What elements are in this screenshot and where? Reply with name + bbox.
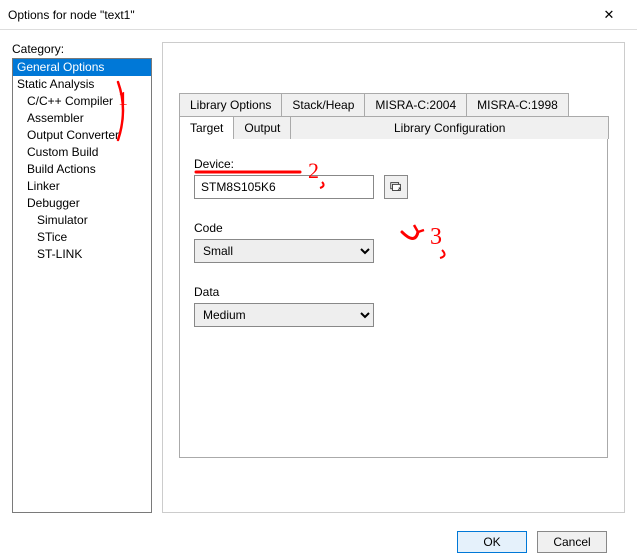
code-select[interactable]: Small	[194, 239, 374, 263]
category-list[interactable]: General OptionsStatic AnalysisC/C++ Comp…	[12, 58, 152, 513]
category-label: Category:	[12, 42, 152, 56]
tab-target[interactable]: Target	[179, 116, 234, 139]
category-item-output-converter[interactable]: Output Converter	[13, 127, 151, 144]
category-item-general-options[interactable]: General Options	[13, 59, 151, 76]
category-item-static-analysis[interactable]: Static Analysis	[13, 76, 151, 93]
tab-library-options[interactable]: Library Options	[179, 93, 282, 116]
content-area: Category: General OptionsStatic Analysis…	[0, 30, 637, 525]
tab-row-back: Library OptionsStack/HeapMISRA-C:2004MIS…	[179, 93, 608, 116]
window-title: Options for node "text1"	[8, 8, 135, 22]
device-label: Device:	[194, 157, 593, 171]
tab-misra-c-1998[interactable]: MISRA-C:1998	[466, 93, 569, 116]
tab-misra-c-2004[interactable]: MISRA-C:2004	[364, 93, 467, 116]
titlebar: Options for node "text1" ✕	[0, 0, 637, 30]
tab-content-target: Device: Code	[179, 138, 608, 458]
tab-stack-heap[interactable]: Stack/Heap	[281, 93, 365, 116]
category-item-st-link[interactable]: ST-LINK	[13, 246, 151, 263]
category-item-simulator[interactable]: Simulator	[13, 212, 151, 229]
category-item-linker[interactable]: Linker	[13, 178, 151, 195]
close-icon: ✕	[604, 7, 615, 23]
category-item-custom-build[interactable]: Custom Build	[13, 144, 151, 161]
data-label: Data	[194, 285, 593, 299]
category-item-debugger[interactable]: Debugger	[13, 195, 151, 212]
device-browse-button[interactable]	[384, 175, 408, 199]
tab-library-configuration[interactable]: Library Configuration	[290, 116, 609, 139]
close-button[interactable]: ✕	[589, 1, 629, 29]
data-field: Data Medium	[194, 285, 593, 327]
category-panel: Category: General OptionsStatic Analysis…	[12, 42, 152, 513]
cancel-button[interactable]: Cancel	[537, 531, 607, 553]
tab-output[interactable]: Output	[233, 116, 291, 139]
code-label: Code	[194, 221, 593, 235]
ok-button[interactable]: OK	[457, 531, 527, 553]
category-item-c-c-compiler[interactable]: C/C++ Compiler	[13, 93, 151, 110]
category-item-build-actions[interactable]: Build Actions	[13, 161, 151, 178]
tabs-wrapper: Library OptionsStack/HeapMISRA-C:2004MIS…	[179, 93, 608, 458]
device-input[interactable]	[194, 175, 374, 199]
tab-row-front: TargetOutputLibrary Configuration	[179, 116, 608, 139]
device-field: Device:	[194, 157, 593, 199]
main-panel: Library OptionsStack/HeapMISRA-C:2004MIS…	[162, 42, 625, 513]
data-select[interactable]: Medium	[194, 303, 374, 327]
code-field: Code Small	[194, 221, 593, 263]
category-item-assembler[interactable]: Assembler	[13, 110, 151, 127]
dialog-buttons: OK Cancel	[457, 531, 607, 553]
browse-icon	[389, 180, 403, 194]
category-item-stice[interactable]: STice	[13, 229, 151, 246]
